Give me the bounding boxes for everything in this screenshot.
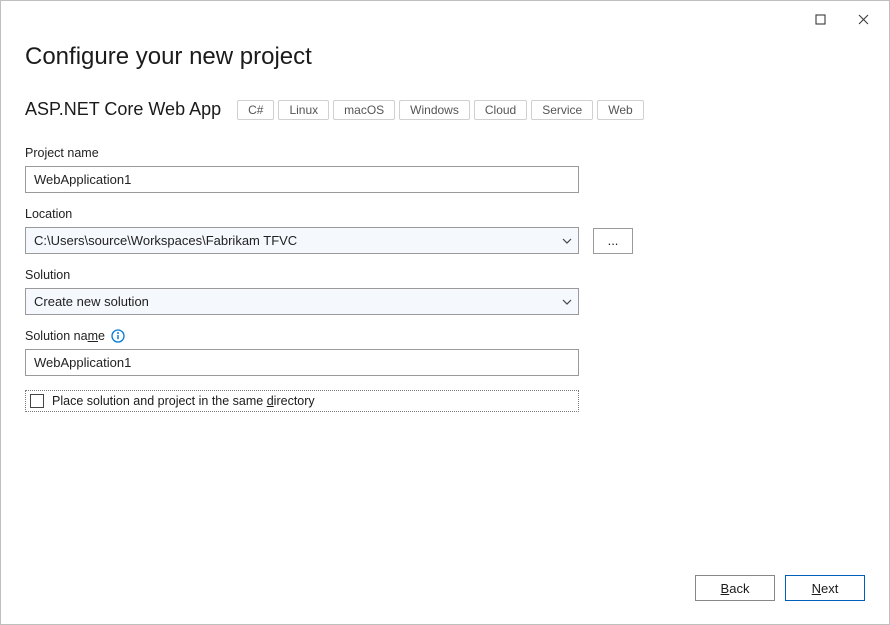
same-directory-row[interactable]: Place solution and project in the same d…: [25, 390, 579, 412]
browse-button[interactable]: ...: [593, 228, 633, 254]
location-value: C:\Users\source\Workspaces\Fabrikam TFVC: [34, 233, 297, 248]
solution-name-input[interactable]: [25, 349, 579, 376]
tag: Linux: [278, 100, 329, 120]
solution-name-label: Solution name: [25, 329, 865, 343]
solution-name-group: Solution name: [25, 329, 865, 376]
template-tags: C# Linux macOS Windows Cloud Service Web: [233, 100, 644, 120]
tag: Windows: [399, 100, 470, 120]
location-group: Location C:\Users\source\Workspaces\Fabr…: [25, 207, 865, 254]
back-button[interactable]: Back: [695, 575, 775, 601]
browse-label: ...: [608, 233, 619, 248]
chevron-down-icon: [562, 297, 572, 307]
project-name-group: Project name: [25, 146, 865, 193]
info-icon: [111, 329, 125, 343]
template-name: ASP.NET Core Web App: [25, 99, 221, 120]
close-button[interactable]: [843, 9, 883, 29]
maximize-button[interactable]: [800, 9, 840, 29]
next-button[interactable]: Next: [785, 575, 865, 601]
solution-combo[interactable]: Create new solution: [25, 288, 579, 315]
location-label: Location: [25, 207, 865, 221]
close-icon: [858, 14, 869, 25]
location-combo[interactable]: C:\Users\source\Workspaces\Fabrikam TFVC: [25, 227, 579, 254]
tag: Cloud: [474, 100, 527, 120]
dialog-content: Configure your new project ASP.NET Core …: [1, 33, 889, 552]
project-name-input[interactable]: [25, 166, 579, 193]
tag: Web: [597, 100, 643, 120]
tag: C#: [237, 100, 274, 120]
dialog-footer: Back Next: [1, 552, 889, 624]
page-title: Configure your new project: [25, 43, 865, 71]
dialog-window: Configure your new project ASP.NET Core …: [0, 0, 890, 625]
tag: macOS: [333, 100, 395, 120]
maximize-icon: [815, 14, 826, 25]
template-header: ASP.NET Core Web App C# Linux macOS Wind…: [25, 99, 865, 120]
solution-label: Solution: [25, 268, 865, 282]
chevron-down-icon: [562, 236, 572, 246]
solution-group: Solution Create new solution: [25, 268, 865, 315]
same-directory-label: Place solution and project in the same d…: [52, 394, 315, 408]
tag: Service: [531, 100, 593, 120]
project-name-label: Project name: [25, 146, 865, 160]
same-directory-checkbox[interactable]: [30, 394, 44, 408]
solution-value: Create new solution: [34, 294, 149, 309]
window-chrome: [1, 1, 889, 33]
